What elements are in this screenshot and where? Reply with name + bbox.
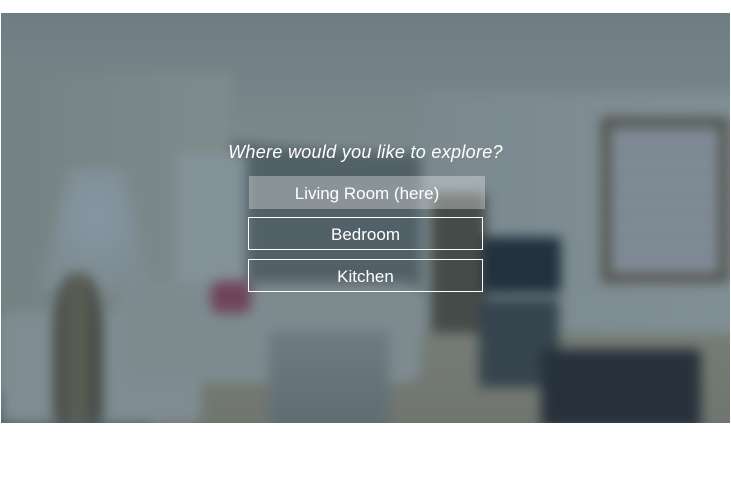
room-option-label: Kitchen [337, 267, 394, 286]
room-option-kitchen[interactable]: Kitchen [248, 259, 483, 292]
room-selection-menu: Where would you like to explore? Living … [1, 13, 730, 423]
room-option-living-room[interactable]: Living Room (here) [249, 176, 485, 209]
room-option-label: Living Room (here) [294, 184, 440, 203]
room-option-label: Bedroom [331, 225, 400, 244]
panorama-viewer[interactable]: Where would you like to explore? Living … [1, 13, 730, 423]
menu-prompt: Where would you like to explore? [228, 142, 503, 162]
room-option-bedroom[interactable]: Bedroom [248, 217, 483, 250]
